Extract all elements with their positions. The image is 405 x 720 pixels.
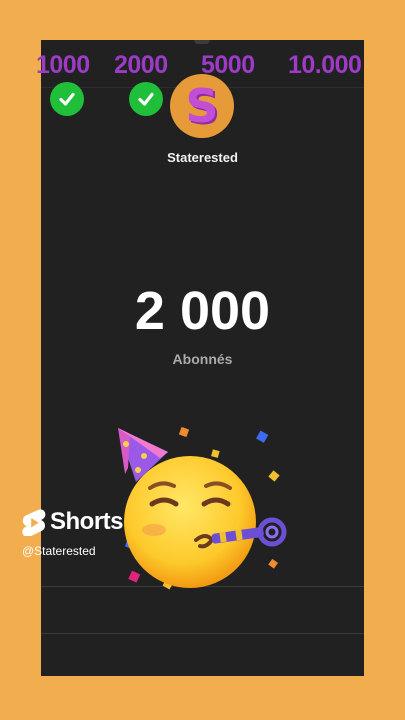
shorts-logo: Shorts [22,508,124,536]
divider [41,633,364,634]
check-icon [50,82,84,116]
channel-name[interactable]: Staterested [0,150,405,165]
avatar-letter: S [185,79,219,133]
milestone-1000: 1000 [36,51,90,79]
subscriber-count: 2 000 [134,281,271,341]
panel-notch [194,40,210,44]
check-icon [129,82,163,116]
shorts-logo-icon [22,509,46,536]
channel-avatar[interactable]: S [170,74,234,138]
shorts-handle: @Staterested [22,544,96,558]
milestone-2000: 2000 [114,51,168,79]
subscriber-label: Abonnés [172,351,233,367]
shorts-label: Shorts [50,508,124,535]
partying-face-emoji [108,422,298,600]
milestone-10000: 10.000 [288,51,362,79]
